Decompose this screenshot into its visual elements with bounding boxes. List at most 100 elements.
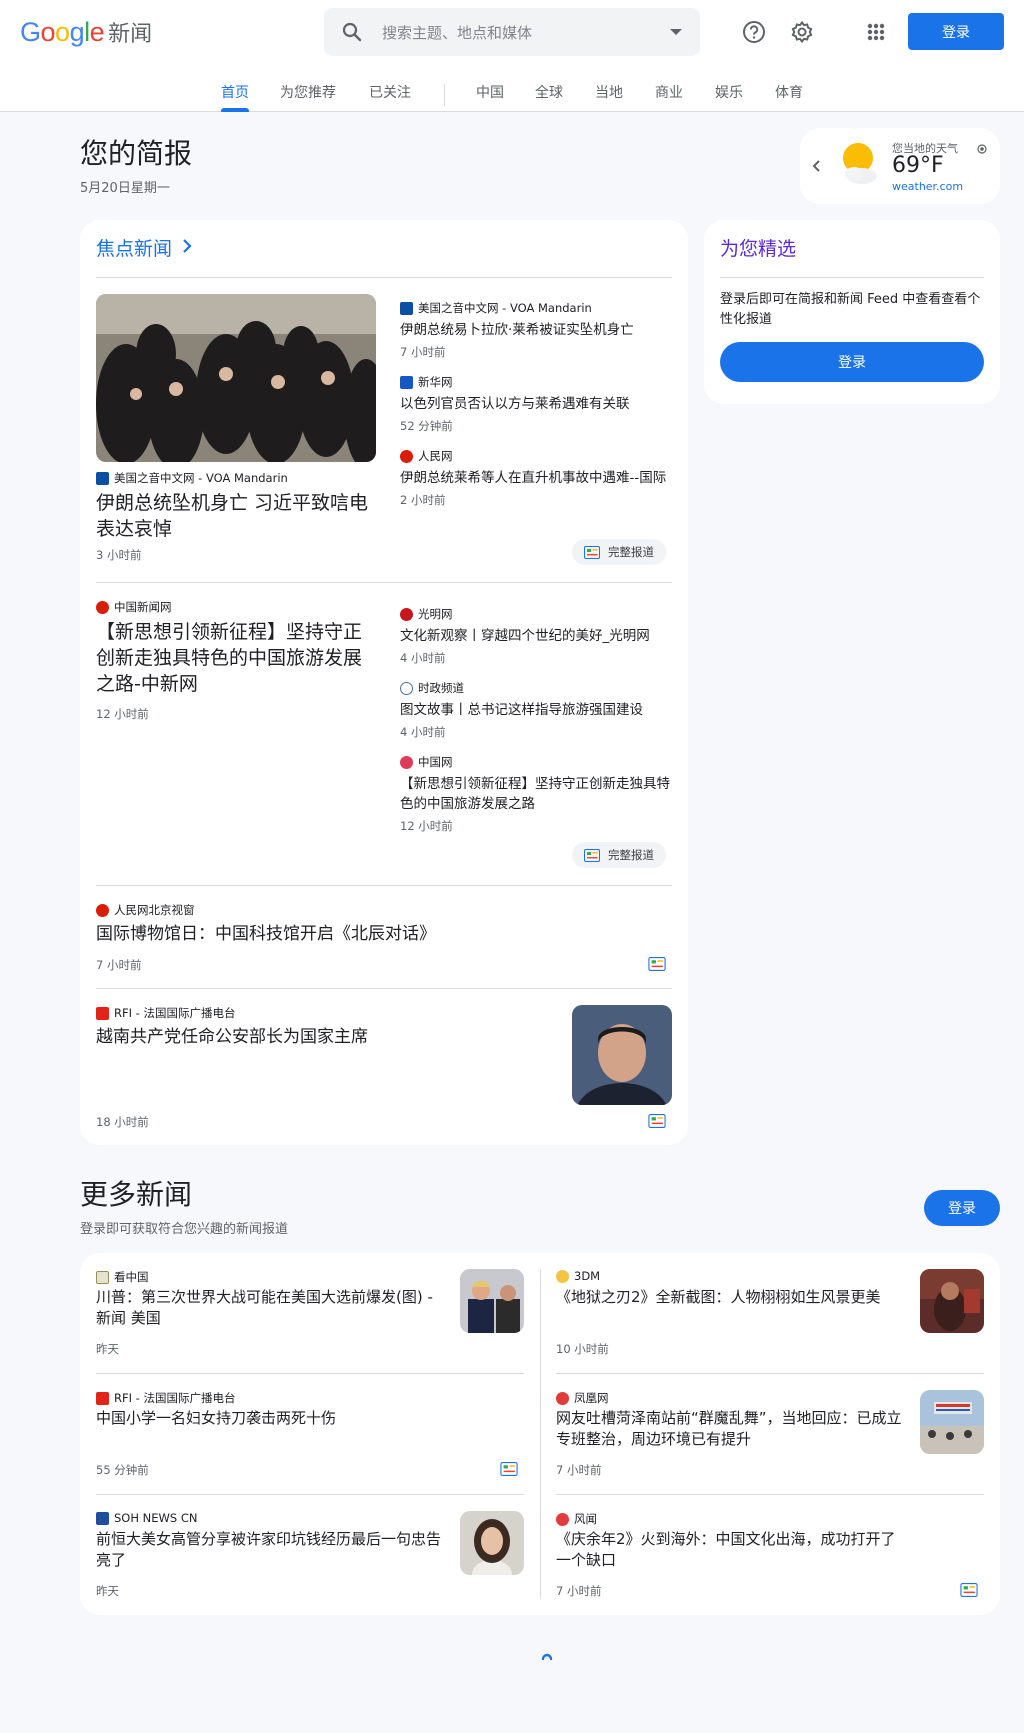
active-tab-indicator [221, 108, 249, 112]
story-time: 55 分钟前 [96, 1463, 149, 1477]
story-image-woman[interactable] [460, 1511, 524, 1575]
story-time: 12 小时前 [96, 707, 149, 721]
tab-for-you[interactable]: 为您推荐 [280, 82, 336, 102]
story-headline[interactable]: 前恒大美女高管分享被许家印坑钱经历最后一句忠告亮了 [96, 1529, 446, 1571]
story-source[interactable]: 美国之音中文网 - VOA Mandarin [96, 470, 288, 486]
search-icon[interactable] [340, 20, 364, 48]
story-time: 2 小时前 [400, 493, 446, 507]
search-input[interactable]: 搜索主题、地点和媒体 [382, 22, 532, 43]
google-news-logo[interactable]: Google 新闻 [20, 16, 152, 51]
full-coverage-icon[interactable] [648, 1113, 666, 1132]
tab-following[interactable]: 已关注 [369, 82, 411, 102]
ifeng-logo-icon [556, 1391, 569, 1405]
story-headline[interactable]: 伊朗总统莱希等人在直升机事故中遇难--国际 [400, 468, 672, 488]
tab-sports[interactable]: 体育 [775, 82, 803, 102]
divider [720, 277, 984, 278]
story-source[interactable]: RFI - 法国国际广播电台 [96, 1390, 235, 1406]
chevron-left-icon[interactable] [810, 158, 824, 178]
weather-widget[interactable]: 您当地的天气 69°F weather.com [800, 128, 1000, 204]
logo-letter: o [55, 17, 70, 47]
story-headline[interactable]: 国际博物馆日：中国科技馆开启《北辰对话》 [96, 922, 656, 946]
story-headline[interactable]: 中国小学一名妇女持刀袭击两死十伤 [96, 1408, 496, 1429]
story-headline[interactable]: 伊朗总统易卜拉欣·莱希被证实坠机身亡 [400, 320, 672, 340]
story-headline[interactable]: 以色列官员否认以方与莱希遇难有关联 [400, 394, 672, 414]
voa-logo-icon [96, 471, 109, 485]
story-source[interactable]: 新华网 [400, 374, 672, 390]
tab-entertainment[interactable]: 娱乐 [715, 82, 743, 102]
story-image-mourners[interactable] [96, 294, 376, 462]
more-news-title: 更多新闻 [80, 1178, 193, 1211]
story-headline[interactable]: 【新思想引领新征程】坚持守正创新走独具特色的中国旅游发展之路 [400, 774, 672, 814]
people-daily-logo-icon [96, 903, 109, 917]
tab-china[interactable]: 中国 [476, 82, 504, 102]
header-login-button[interactable]: 登录 [908, 13, 1004, 50]
story-source[interactable]: 中国网 [400, 754, 672, 770]
rfi-logo-icon [96, 1391, 109, 1405]
source-name: RFI - 法国国际广播电台 [114, 1006, 236, 1020]
story-source[interactable]: 时政频道 [400, 680, 672, 696]
briefing-date: 5月20日星期一 [80, 181, 170, 196]
story-headline[interactable]: 文化新观察丨穿越四个世纪的美好_光明网 [400, 626, 672, 646]
tab-world[interactable]: 全球 [535, 82, 563, 102]
story-source[interactable]: 人民网北京视窗 [96, 902, 195, 918]
story-headline[interactable]: 越南共产党任命公安部长为国家主席 [96, 1025, 536, 1049]
story-time: 7 小时前 [556, 1584, 602, 1598]
story-image-game[interactable] [920, 1269, 984, 1333]
story-image-trump[interactable] [460, 1269, 524, 1333]
tab-home[interactable]: 首页 [221, 82, 249, 102]
top-stories-header[interactable]: 焦点新闻 [96, 234, 192, 261]
story-headline[interactable]: 《庆余年2》火到海外：中国文化出海，成功打开了一个缺口 [556, 1529, 906, 1571]
story-image-station[interactable] [920, 1390, 984, 1454]
full-coverage-button[interactable]: 完整报道 [572, 842, 666, 868]
story-headline[interactable]: 图文故事丨总书记这样指导旅游强国建设 [400, 700, 672, 720]
story-headline[interactable]: 网友吐槽菏泽南站前“群魔乱舞”，当地回应：已成立专班整治，周边环境已有提升 [556, 1408, 906, 1450]
story-headline[interactable]: 伊朗总统坠机身亡 习近平致唁电表达哀悼 [96, 490, 376, 542]
top-stories-title[interactable]: 焦点新闻 [96, 234, 172, 261]
story-source[interactable]: 人民网 [400, 448, 672, 464]
story-source[interactable]: 3DM [556, 1269, 600, 1283]
politics-channel-logo-icon [400, 681, 413, 695]
story-source[interactable]: 美国之音中文网 - VOA Mandarin [400, 300, 672, 316]
related-story-list: 美国之音中文网 - VOA Mandarin 伊朗总统易卜拉欣·莱希被证实坠机身… [400, 300, 672, 508]
tab-local[interactable]: 当地 [595, 82, 623, 102]
divider [556, 1373, 984, 1374]
full-coverage-icon[interactable] [960, 1582, 978, 1601]
full-coverage-icon[interactable] [500, 1461, 518, 1480]
divider [96, 885, 672, 886]
chevron-right-icon[interactable] [182, 237, 192, 259]
full-coverage-icon [584, 848, 600, 862]
search-dropdown-icon[interactable] [670, 29, 682, 35]
full-coverage-button[interactable]: 完整报道 [572, 539, 666, 565]
story-source[interactable]: 中国新闻网 [96, 599, 172, 615]
apps-grid-icon[interactable] [862, 18, 890, 46]
3dm-logo-icon [556, 1269, 569, 1283]
story-headline[interactable]: 《地狱之刃2》全新截图：人物栩栩如生风景更美 [556, 1287, 906, 1308]
weather-temperature: 69°F [892, 153, 944, 178]
search-box[interactable]: 搜索主题、地点和媒体 [324, 8, 700, 56]
picks-login-button[interactable]: 登录 [720, 342, 984, 382]
story-headline[interactable]: 川普：第三次世界大战可能在美国大选前爆发(图) - 新闻 美国 [96, 1287, 446, 1329]
voa-logo-icon [400, 301, 413, 315]
more-news-login-button[interactable]: 登录 [924, 1190, 1000, 1226]
logo-letter: G [20, 17, 41, 47]
weather-source-link[interactable]: weather.com [892, 180, 963, 193]
story-time: 昨天 [96, 1342, 119, 1356]
story-time: 18 小时前 [96, 1115, 149, 1129]
source-name: SOH NEWS CN [114, 1511, 198, 1525]
story-source[interactable]: 凤凰网 [556, 1390, 609, 1406]
settings-icon[interactable] [788, 18, 816, 46]
story-source[interactable]: 光明网 [400, 606, 672, 622]
help-icon[interactable] [740, 18, 768, 46]
story-image-portrait[interactable] [572, 1005, 672, 1105]
column-divider [540, 1269, 541, 1599]
location-icon[interactable] [976, 140, 988, 159]
story-source[interactable]: SOH NEWS CN [96, 1511, 197, 1525]
story-headline[interactable]: 【新思想引领新征程】坚持守正创新走独具特色的中国旅游发展之路-中新网 [96, 619, 376, 697]
story-source[interactable]: 看中国 [96, 1269, 149, 1285]
story-source[interactable]: RFI - 法国国际广播电台 [96, 1005, 235, 1021]
story-source[interactable]: 风闻 [556, 1511, 597, 1527]
chinanews-logo-icon [96, 600, 109, 614]
full-coverage-icon[interactable] [648, 956, 666, 975]
tab-business[interactable]: 商业 [655, 82, 683, 102]
top-bar: Google 新闻 搜索主题、地点和媒体 登录 首页 为您推荐 已关注 中国 全球… [0, 0, 1024, 112]
